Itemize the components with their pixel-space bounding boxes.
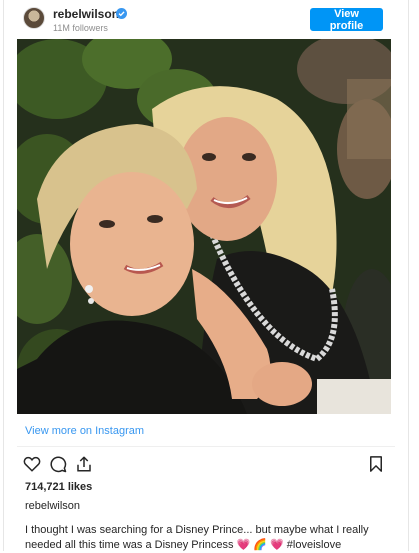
divider [17,446,395,447]
post-caption: I thought I was searching for a Disney P… [25,524,369,551]
post-photo[interactable] [17,39,391,414]
instagram-embed-card: rebelwilson 11M followers View profile V… [3,0,409,551]
photo-illustration [17,39,391,414]
bookmark-icon[interactable] [367,455,385,473]
like-count[interactable]: 714,721 likes [25,481,92,493]
view-more-on-instagram-link[interactable]: View more on Instagram [25,425,144,437]
follower-count: 11M followers [53,23,108,33]
share-icon[interactable] [75,455,93,473]
heart-icon[interactable] [23,455,41,473]
avatar[interactable] [23,7,45,29]
post-header: rebelwilson 11M followers View profile [4,0,408,38]
verified-badge-icon [116,8,127,19]
username[interactable]: rebelwilson [53,7,119,21]
view-profile-button[interactable]: View profile [310,8,383,32]
caption-username[interactable]: rebelwilson [25,500,80,512]
comment-icon[interactable] [49,455,67,473]
